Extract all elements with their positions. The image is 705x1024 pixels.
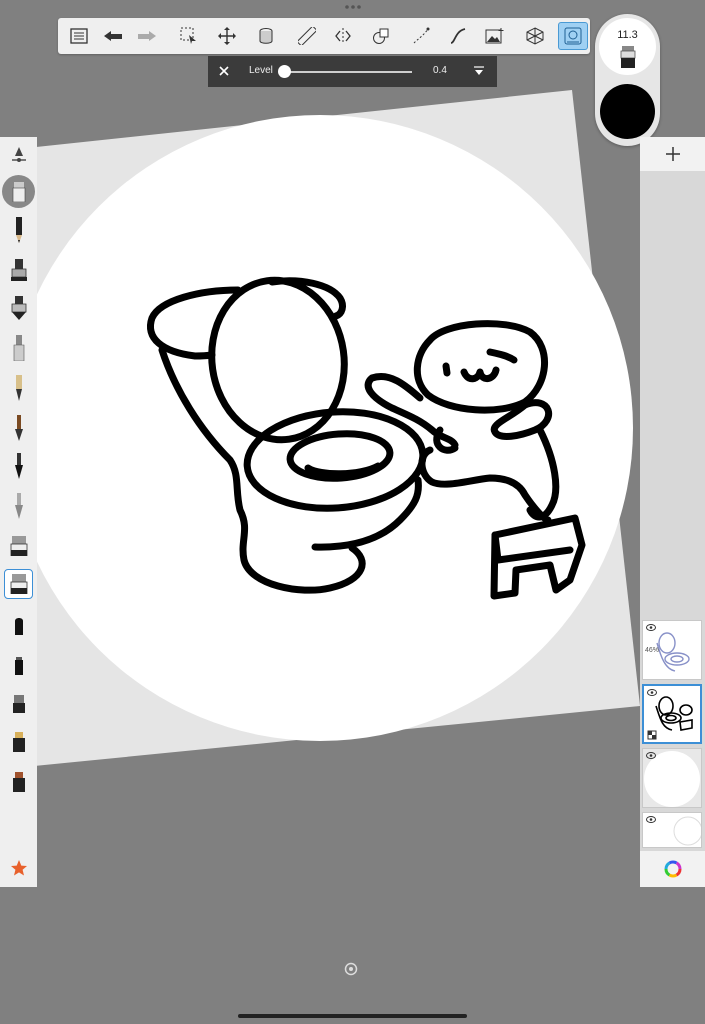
color-editor-button[interactable] xyxy=(640,851,705,887)
perspective-guide-icon xyxy=(526,27,544,45)
brush-airbrush[interactable] xyxy=(4,333,33,363)
transform-icon xyxy=(218,27,236,45)
home-indicator[interactable] xyxy=(238,1014,467,1018)
level-label: Level xyxy=(249,65,273,76)
visibility-eye-icon[interactable] xyxy=(646,752,656,759)
brush-puck[interactable]: 11.3 xyxy=(595,14,660,146)
symmetry-button[interactable] xyxy=(328,22,358,50)
lists-button[interactable] xyxy=(64,22,94,50)
steady-stroke-button[interactable] xyxy=(406,22,436,50)
redo-button[interactable] xyxy=(132,22,162,50)
layer-blend-icon[interactable] xyxy=(647,730,657,740)
star-icon xyxy=(10,860,27,876)
highlighter-icon xyxy=(12,732,25,752)
selection-icon xyxy=(180,27,196,44)
marker-icon xyxy=(10,259,27,281)
undo-icon xyxy=(104,31,122,41)
visibility-eye-icon[interactable] xyxy=(646,816,656,823)
brush-pencil[interactable] xyxy=(4,215,33,245)
close-icon[interactable] xyxy=(215,62,233,80)
brush-color-control[interactable] xyxy=(600,84,655,139)
brush-felt-tip[interactable] xyxy=(4,689,33,719)
selection-button[interactable] xyxy=(174,22,204,50)
eraser-icon xyxy=(10,536,27,556)
favorites-button[interactable] xyxy=(4,853,33,883)
brush-chisel[interactable] xyxy=(4,767,33,797)
brush-size-value: 11.3 xyxy=(617,29,638,41)
level-panel: Level 0.4 xyxy=(208,56,497,87)
ink-pen-icon xyxy=(15,375,22,401)
image-button[interactable] xyxy=(480,22,510,50)
brush-marker-wide[interactable] xyxy=(4,255,33,285)
visibility-eye-icon[interactable] xyxy=(647,689,657,696)
layer-2[interactable] xyxy=(642,684,702,744)
transform-button[interactable] xyxy=(212,22,242,50)
shapes-button[interactable] xyxy=(366,22,396,50)
current-brush-icon xyxy=(620,46,636,68)
brush-library-icon xyxy=(11,147,26,162)
color-wheel-icon xyxy=(664,860,681,878)
soft-eraser-icon xyxy=(10,574,27,594)
steady-stroke-icon xyxy=(413,27,430,44)
perspective-guide-button[interactable] xyxy=(520,22,550,50)
marker-black-icon xyxy=(14,618,23,635)
brush-eraser-soft[interactable] xyxy=(4,569,33,599)
symmetry-icon xyxy=(335,28,351,44)
layers-panel: 46% xyxy=(640,137,705,887)
brush-size-control[interactable]: 11.3 xyxy=(599,18,656,75)
airbrush-tip-icon xyxy=(13,335,24,361)
french-curve-icon xyxy=(450,28,466,44)
marker-black-icon xyxy=(14,657,23,675)
brush-technical-pen[interactable] xyxy=(4,293,33,323)
fill-button[interactable] xyxy=(251,22,281,50)
level-slider-knob[interactable] xyxy=(278,65,291,78)
brush-ink-pen[interactable] xyxy=(4,373,33,403)
predictive-stroke-button[interactable] xyxy=(558,22,588,50)
felt-tip-icon xyxy=(12,695,25,713)
lists-icon xyxy=(70,28,88,44)
redo-icon xyxy=(138,31,156,41)
brush-palette xyxy=(0,137,37,887)
drawing-canvas[interactable] xyxy=(0,0,705,1024)
ruler-icon xyxy=(298,27,316,45)
fill-icon xyxy=(259,28,273,44)
brush-paint-brush[interactable] xyxy=(4,413,33,443)
main-toolbar xyxy=(58,18,590,54)
brush-marker-black-2[interactable] xyxy=(4,651,33,681)
brush-marker-black-1[interactable] xyxy=(4,611,33,641)
brush-preview[interactable] xyxy=(2,175,35,208)
predictive-stroke-icon xyxy=(564,27,582,45)
toolbar-toggle-icon[interactable] xyxy=(344,962,358,976)
brush-calligraphy[interactable] xyxy=(4,451,33,481)
layer-1[interactable]: 46% xyxy=(642,620,702,680)
level-slider-track[interactable] xyxy=(284,71,412,73)
visibility-eye-icon[interactable] xyxy=(646,624,656,631)
layer-opacity: 46% xyxy=(645,647,660,654)
airbrush-icon xyxy=(12,181,25,202)
blender-icon xyxy=(14,493,23,519)
chisel-marker-icon xyxy=(12,772,25,792)
technical-pen-icon xyxy=(11,296,26,320)
paint-brush-icon xyxy=(14,415,23,441)
undo-button[interactable] xyxy=(98,22,128,50)
layer-4[interactable] xyxy=(642,812,702,848)
ruler-button[interactable] xyxy=(292,22,322,50)
plus-icon xyxy=(665,147,680,161)
dropdown-icon[interactable] xyxy=(472,65,486,77)
french-curve-button[interactable] xyxy=(443,22,473,50)
brush-library-button[interactable] xyxy=(4,141,33,171)
brush-blender[interactable] xyxy=(4,491,33,521)
shapes-icon xyxy=(373,28,389,44)
layer-3[interactable] xyxy=(642,748,702,808)
image-icon xyxy=(485,28,504,44)
add-layer-button[interactable] xyxy=(640,137,705,171)
level-value: 0.4 xyxy=(433,65,447,76)
calligraphy-icon xyxy=(14,453,23,479)
brush-highlighter[interactable] xyxy=(4,727,33,757)
pencil-icon xyxy=(15,217,22,243)
brush-eraser-hard[interactable] xyxy=(4,531,33,561)
